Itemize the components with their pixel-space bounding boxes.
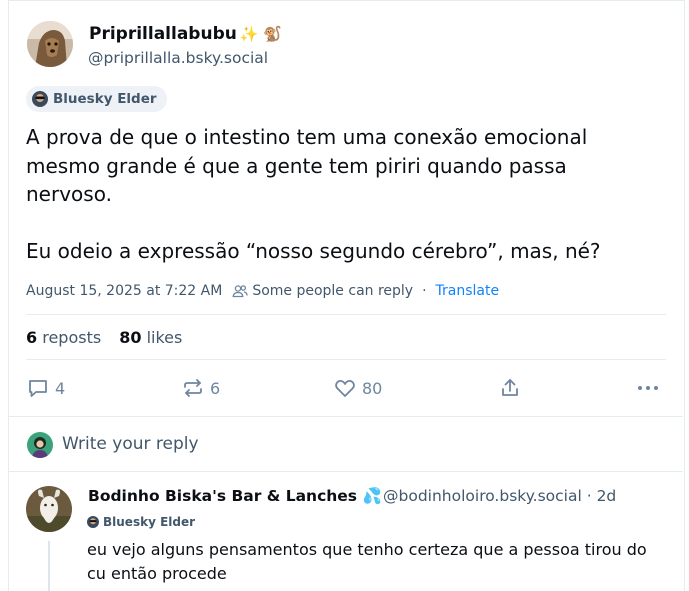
repost-count: 6 xyxy=(210,378,221,398)
divider xyxy=(26,359,666,360)
section-divider xyxy=(9,471,683,472)
reply-count: 4 xyxy=(55,378,66,398)
reply-author-handle[interactable]: @bodinholoiro.bsky.social · 2d xyxy=(383,487,616,505)
badge-avatar-icon xyxy=(87,516,99,528)
heart-icon xyxy=(335,379,355,397)
author-display-name[interactable]: Priprillallabubu ✨ 🐒 xyxy=(89,24,282,44)
like-button[interactable]: 80 xyxy=(334,377,382,399)
meta-separator: · xyxy=(422,283,427,299)
reply-setting-label[interactable]: Some people can reply xyxy=(252,283,413,299)
people-icon xyxy=(232,284,248,298)
post-text: A prova de que o intestino tem uma conex… xyxy=(26,123,651,265)
reply-icon xyxy=(29,380,47,397)
reply-text: eu vejo alguns pensamentos que tenho cer… xyxy=(87,540,647,583)
post-meta: August 15, 2025 at 7:22 AM Some people c… xyxy=(26,283,499,299)
share-button[interactable] xyxy=(499,377,521,399)
reply-badge-label: Bluesky Elder xyxy=(103,515,196,529)
author-name-text: Priprillallabubu xyxy=(89,24,237,44)
more-options-button[interactable] xyxy=(636,377,660,399)
post-paragraph-2: Eu odeio a expressão “nosso segundo cére… xyxy=(26,238,601,263)
repost-icon xyxy=(184,379,202,397)
likes-link[interactable]: 80 likes xyxy=(119,328,182,347)
reposts-count: 6 xyxy=(26,328,38,347)
author-avatar[interactable] xyxy=(27,21,73,67)
reply-author-badge[interactable]: Bluesky Elder xyxy=(87,515,195,529)
repost-button[interactable]: 6 xyxy=(182,377,220,399)
reply-author-emoji: 💦 xyxy=(362,487,382,505)
post-timestamp[interactable]: August 15, 2025 at 7:22 AM xyxy=(26,283,222,299)
likes-label: likes xyxy=(146,328,183,347)
badge-avatar-icon xyxy=(32,91,48,107)
reply-author-avatar[interactable] xyxy=(26,486,72,532)
likes-count: 80 xyxy=(119,328,142,347)
reply-button[interactable]: 4 xyxy=(27,377,65,399)
reply-author-name[interactable]: Bodinho Biska's Bar & Lanches 💦 xyxy=(88,487,382,505)
author-handle[interactable]: @priprillalla.bsky.social xyxy=(88,49,268,67)
like-count: 80 xyxy=(362,378,383,398)
action-bar: 4 6 80 xyxy=(0,377,689,401)
reposts-label: reposts xyxy=(42,328,102,347)
author-name-emojis: ✨ 🐒 xyxy=(239,25,282,43)
more-icon xyxy=(638,386,658,390)
badge-label: Bluesky Elder xyxy=(53,91,157,107)
engagement-counts: 6 reposts 80 likes xyxy=(26,328,182,347)
reply-author-name-text: Bodinho Biska's Bar & Lanches xyxy=(88,487,358,505)
share-icon xyxy=(502,379,518,396)
author-badge[interactable]: Bluesky Elder xyxy=(26,86,167,112)
divider xyxy=(26,314,666,315)
my-avatar xyxy=(27,432,53,458)
section-divider xyxy=(9,416,683,417)
reposts-link[interactable]: 6 reposts xyxy=(26,328,101,347)
write-reply-input[interactable]: Write your reply xyxy=(62,434,199,454)
thread-line xyxy=(48,541,50,591)
post-paragraph-1: A prova de que o intestino tem uma conex… xyxy=(26,125,588,206)
translate-link[interactable]: Translate xyxy=(436,283,500,299)
